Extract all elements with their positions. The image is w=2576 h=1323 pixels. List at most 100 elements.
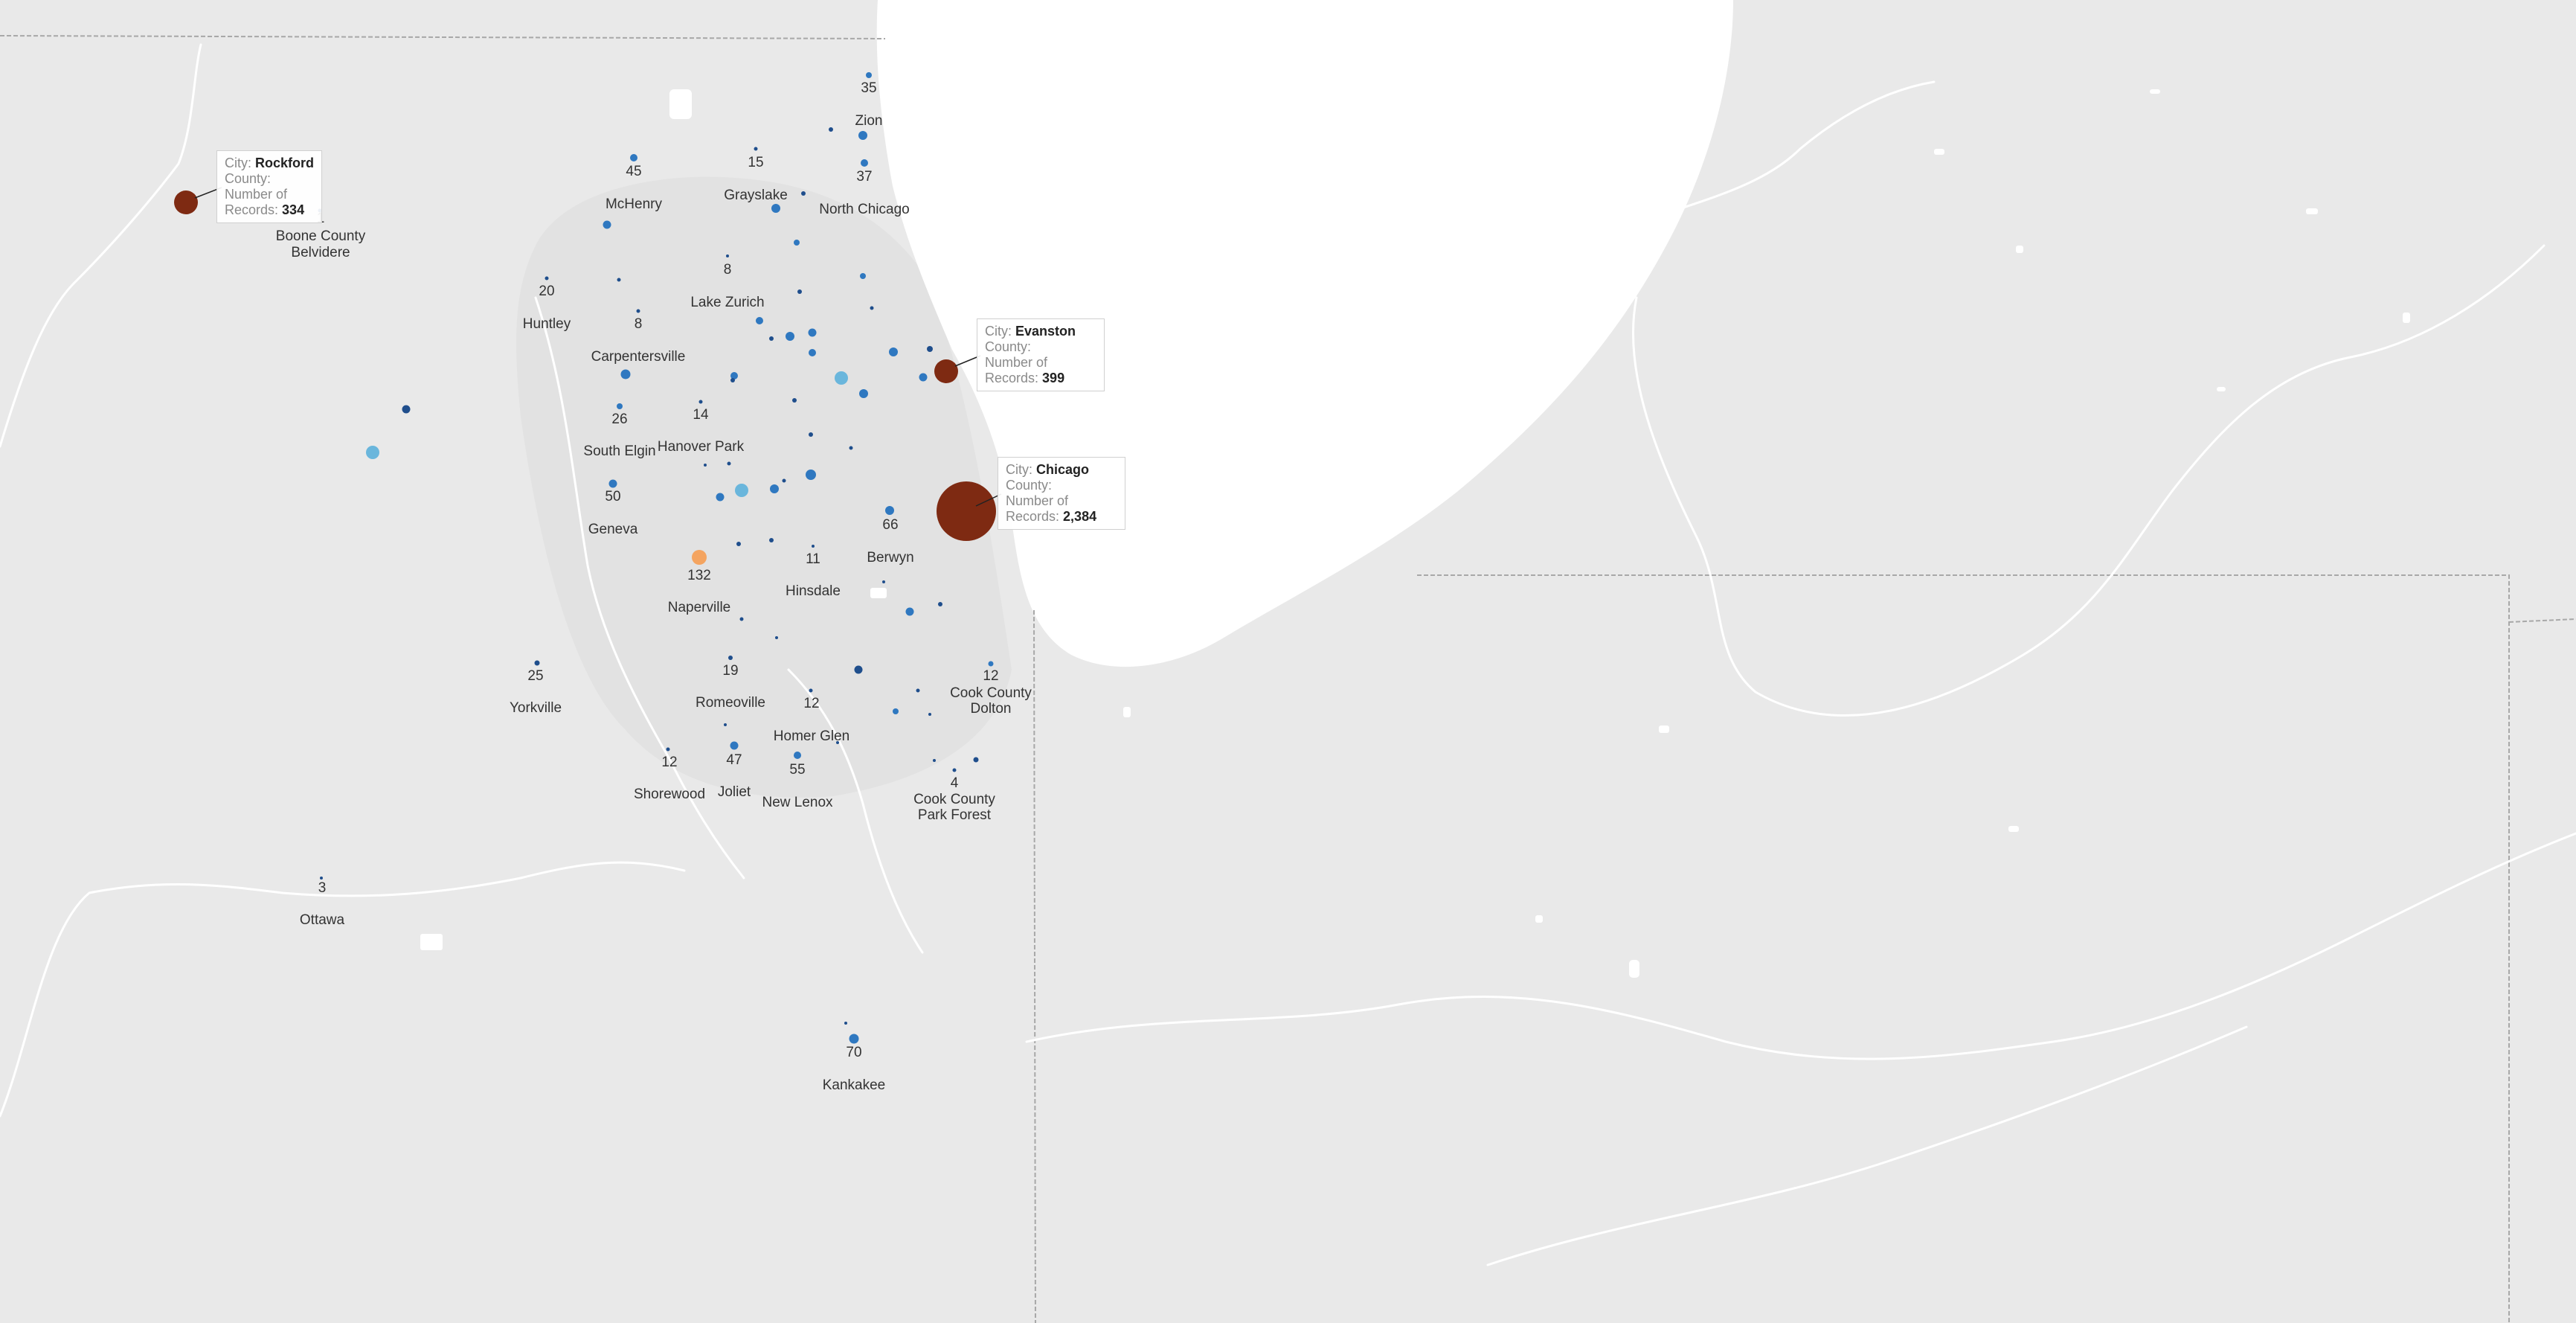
point-rockford[interactable] (174, 190, 198, 214)
point-a29[interactable] (770, 484, 779, 493)
point-a31[interactable] (806, 470, 816, 480)
point-a23[interactable] (402, 405, 411, 414)
point-a35[interactable] (769, 538, 774, 542)
point-a33[interactable] (727, 461, 731, 466)
map-canvas[interactable]: 35 Zion 45 McHenry 15 Grayslake 37 North… (0, 0, 2576, 1323)
point-a43[interactable] (893, 708, 899, 714)
point-lake-zurich[interactable] (726, 254, 729, 257)
tooltip-key: Number of (225, 187, 288, 202)
point-a44[interactable] (928, 713, 931, 716)
point-chicago[interactable] (937, 481, 996, 541)
point-naperville[interactable] (692, 550, 707, 565)
point-joliet[interactable] (730, 741, 739, 750)
point-zion-2[interactable] (858, 131, 867, 140)
point-a8[interactable] (617, 278, 621, 282)
label-num-zion: 35 (861, 80, 876, 96)
label-city-north-chicago: North Chicago (819, 202, 909, 217)
point-a34[interactable] (736, 542, 741, 546)
label-city-huntley: Huntley (523, 316, 571, 332)
point-a3[interactable] (771, 204, 780, 213)
point-mchenry[interactable] (630, 154, 637, 161)
point-a20[interactable] (730, 378, 735, 382)
point-shorewood[interactable] (666, 747, 670, 752)
point-grayslake[interactable] (754, 147, 758, 151)
point-a17[interactable] (835, 371, 848, 385)
point-a25[interactable] (809, 432, 813, 437)
point-mchenry-2[interactable] (603, 220, 611, 229)
label-city-romeoville: Romeoville (696, 695, 765, 711)
point-a39[interactable] (739, 617, 744, 621)
tooltip-key: Records: (225, 202, 279, 217)
point-a1[interactable] (829, 127, 833, 132)
label-num-dolton: 12 (983, 668, 998, 684)
point-zion[interactable] (866, 72, 872, 78)
label-num-north-chicago: 37 (856, 169, 872, 185)
point-a18[interactable] (859, 389, 868, 398)
label-city-hinsdale: Hinsdale (786, 583, 841, 599)
label-city-kankakee: Kankakee (823, 1077, 886, 1093)
point-evanston[interactable] (934, 359, 958, 383)
label-num-berwyn: 66 (882, 517, 898, 533)
tooltip-key: City: (1006, 462, 1032, 477)
point-a15[interactable] (927, 346, 933, 352)
point-new-lenox[interactable] (794, 752, 801, 759)
point-a41[interactable] (854, 665, 863, 674)
point-a21[interactable] (792, 398, 797, 403)
point-homer-glen[interactable] (809, 688, 813, 693)
point-a32[interactable] (704, 464, 707, 467)
label-num-geneva: 50 (605, 489, 620, 504)
label-num-south-elgin: 26 (611, 411, 627, 427)
point-a13[interactable] (809, 349, 816, 356)
point-park-forest[interactable] (952, 768, 957, 772)
label-city-grayslake: Grayslake (724, 188, 788, 203)
label-city-naperville: Naperville (668, 600, 730, 615)
point-hanover-park[interactable] (698, 400, 703, 404)
point-a9[interactable] (756, 317, 763, 324)
point-kankakee[interactable] (849, 1034, 859, 1044)
point-a16[interactable] (919, 373, 928, 382)
point-ottawa[interactable] (320, 877, 323, 880)
point-a42[interactable] (916, 688, 920, 693)
point-south-elgin[interactable] (617, 403, 623, 409)
point-a49[interactable] (844, 1022, 847, 1025)
point-berwyn[interactable] (885, 506, 894, 515)
point-a5[interactable] (860, 273, 866, 279)
tooltip-key: Records: (1006, 509, 1060, 524)
point-a22[interactable] (620, 369, 631, 379)
point-huntley[interactable] (545, 276, 549, 281)
point-a2[interactable] (801, 191, 806, 196)
tooltip-records: 2,384 (1063, 509, 1097, 524)
point-a40[interactable] (775, 636, 778, 639)
point-a47[interactable] (973, 757, 979, 763)
point-dolton[interactable] (988, 661, 994, 667)
label-num-naperville: 132 (687, 568, 711, 583)
point-a4[interactable] (794, 240, 800, 246)
point-a36[interactable] (882, 580, 885, 583)
point-a48[interactable] (933, 759, 936, 762)
point-north-chicago[interactable] (861, 159, 868, 167)
point-a27[interactable] (716, 493, 725, 502)
point-geneva[interactable] (608, 479, 617, 488)
point-a6[interactable] (870, 306, 874, 310)
point-a24[interactable] (366, 446, 379, 459)
point-romeoville[interactable] (728, 656, 733, 660)
point-carpentersville[interactable] (636, 309, 640, 313)
point-a11[interactable] (786, 332, 794, 341)
point-a10[interactable] (769, 336, 774, 341)
point-hinsdale[interactable] (812, 545, 815, 548)
point-a7[interactable] (797, 289, 802, 294)
tooltip-city: Evanston (1015, 324, 1076, 339)
label-num-mchenry: 45 (626, 164, 641, 179)
point-a12[interactable] (808, 328, 817, 337)
point-a26[interactable] (849, 446, 853, 450)
tooltip-city: Rockford (255, 156, 315, 170)
point-a37[interactable] (905, 607, 914, 616)
point-a30[interactable] (782, 478, 786, 483)
label-num-yorkville: 25 (527, 668, 543, 684)
point-a28[interactable] (735, 484, 748, 497)
point-a14[interactable] (889, 347, 898, 356)
point-a45[interactable] (724, 723, 727, 726)
label-city-berwyn: Berwyn (867, 550, 913, 566)
point-a38[interactable] (938, 602, 942, 606)
point-yorkville[interactable] (534, 660, 540, 666)
